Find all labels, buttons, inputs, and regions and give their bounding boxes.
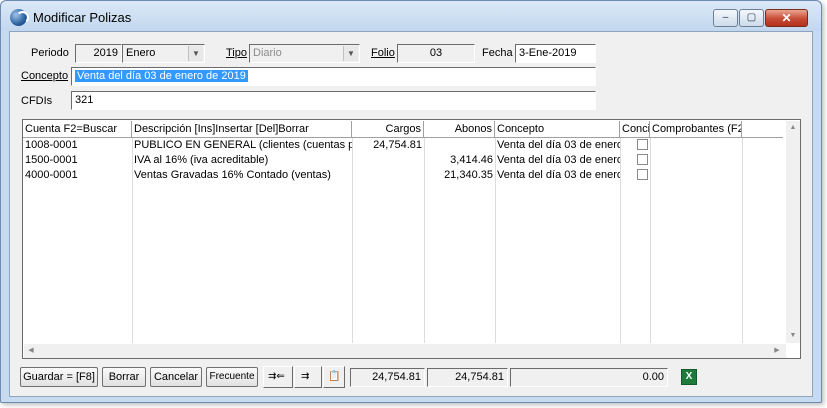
cell-concepto[interactable]: Venta del día 03 de enero [495,168,620,183]
maximize-icon[interactable]: ▢ [739,9,764,27]
cell-descripcion[interactable]: IVA al 16% (iva acreditable) [132,153,352,168]
cell-cargos[interactable] [352,168,424,183]
minimize-icon[interactable]: – [713,9,738,27]
cell-descripcion[interactable]: PUBLICO EN GENERAL (clientes (cuentas po… [132,138,352,153]
col-concepto-header[interactable]: Concepto [495,121,620,138]
col-abonos-header[interactable]: Abonos [424,121,495,138]
folio-label: Folio [371,47,395,59]
periodo-label: Periodo [31,47,69,59]
cell-cargos[interactable] [352,153,424,168]
insert-row-icon: ⇉⇐ [268,371,285,382]
grid-header: Cuenta F2=Buscar Descripción [Ins]Insert… [23,121,783,138]
table-row[interactable]: 1008-0001 PUBLICO EN GENERAL (clientes (… [23,138,783,153]
scroll-right-icon[interactable]: ▶ [770,344,784,358]
frecuente-button[interactable]: Frecuente [206,367,258,387]
cell-cuenta[interactable]: 1500-0001 [23,153,132,168]
fecha-label: Fecha [482,47,513,59]
cell-comprobantes[interactable] [650,153,742,168]
periodo-month-select[interactable]: Enero ▼ [122,44,205,63]
cell-descripcion[interactable]: Ventas Gravadas 16% Contado (ventas) [132,168,352,183]
col-cuenta-header[interactable]: Cuenta F2=Buscar [23,121,132,138]
grid-vertical-scrollbar[interactable]: ▲ ▼ [786,121,800,343]
form-client-area: Periodo 2019 Enero ▼ Tipo Diario ▼ Folio… [9,31,813,397]
col-descripcion-header[interactable]: Descripción [Ins]Insertar [Del]Borrar [132,121,352,138]
conciliado-checkbox[interactable] [637,169,648,180]
insert-row-button[interactable]: ⇉⇐ [263,366,293,388]
conciliado-checkbox[interactable] [637,139,648,150]
table-row[interactable]: 4000-0001 Ventas Gravadas 16% Contado (v… [23,168,783,183]
total-cargos-field: 24,754.81 [350,368,425,387]
append-row-icon: ⇉ [301,371,310,382]
cell-comprobantes[interactable] [650,138,742,153]
scroll-up-icon[interactable]: ▲ [786,121,800,135]
excel-icon[interactable]: X [681,369,697,385]
title-bar[interactable]: Modificar Polizas – ▢ ✕ [1,1,821,31]
clipboard-icon: 📋 [328,371,341,382]
grid-body: 1008-0001 PUBLICO EN GENERAL (clientes (… [23,138,783,343]
cell-cuenta[interactable]: 1008-0001 [23,138,132,153]
tipo-value: Diario [253,47,282,59]
scroll-down-icon[interactable]: ▼ [786,329,800,343]
cell-concepto[interactable]: Venta del día 03 de enero [495,153,620,168]
col-conciliado-header[interactable]: Conci [620,121,650,138]
cancelar-button[interactable]: Cancelar [150,367,202,387]
clipboard-button[interactable]: 📋 [323,366,345,388]
cell-comprobantes[interactable] [650,168,742,183]
append-row-button[interactable]: ⇉ [294,366,322,388]
cell-cuenta[interactable]: 4000-0001 [23,168,132,183]
total-abonos-field: 24,754.81 [427,368,508,387]
fecha-field[interactable]: 3-Ene-2019 [515,44,596,63]
folio-field[interactable]: 03 [397,44,475,63]
chevron-down-icon[interactable]: ▼ [188,46,203,61]
diferencia-field: 0.00 [510,368,668,387]
poliza-movements-grid[interactable]: Cuenta F2=Buscar Descripción [Ins]Insert… [22,119,801,359]
scroll-left-icon[interactable]: ◀ [24,344,38,358]
cfdis-input[interactable]: 321 [71,91,596,110]
concepto-value: Venta del día 03 de enero de 2019 [75,70,248,82]
chevron-down-icon[interactable]: ▼ [343,46,358,61]
col-comprobantes-header[interactable]: Comprobantes (F2 [650,121,742,138]
borrar-button[interactable]: Borrar [102,367,146,387]
cell-concepto[interactable]: Venta del día 03 de enero [495,138,620,153]
window-title: Modificar Polizas [33,10,132,25]
close-icon[interactable]: ✕ [765,9,808,27]
guardar-button[interactable]: Guardar = [F8] [20,367,98,387]
concepto-label: Concepto [21,70,69,82]
conciliado-checkbox[interactable] [637,154,648,165]
table-row[interactable]: 1500-0001 IVA al 16% (iva acreditable) 3… [23,153,783,168]
cell-abonos[interactable]: 3,414.46 [424,153,495,168]
concepto-input[interactable]: Venta del día 03 de enero de 2019 [71,67,596,86]
grid-horizontal-scrollbar[interactable]: ◀ ▶ [24,344,786,358]
modificar-polizas-window: Modificar Polizas – ▢ ✕ Periodo 2019 Ene… [0,0,822,403]
col-extra-header [742,121,783,138]
col-cargos-header[interactable]: Cargos [352,121,424,138]
cfdis-label: CFDIs [21,95,53,107]
tipo-label: Tipo [226,47,247,59]
cell-abonos[interactable]: 21,340.35 [424,168,495,183]
periodo-year-field[interactable]: 2019 [75,44,122,63]
tipo-select[interactable]: Diario ▼ [249,44,360,63]
cell-cargos[interactable]: 24,754.81 [352,138,424,153]
cell-abonos[interactable] [424,138,495,153]
app-logo-icon [10,9,29,26]
periodo-month-value: Enero [126,47,156,59]
